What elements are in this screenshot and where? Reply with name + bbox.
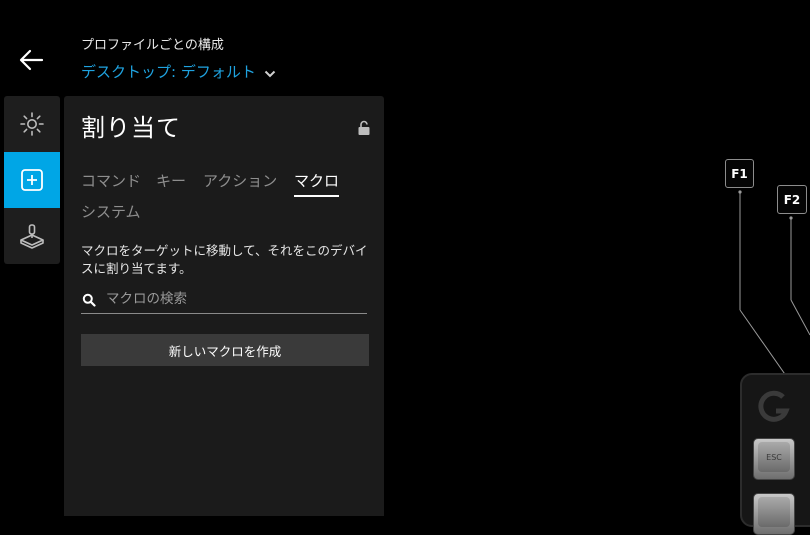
fkey-f2-target[interactable]: F2: [777, 185, 807, 214]
key-g1[interactable]: [753, 493, 795, 535]
logitech-g-logo: [758, 390, 790, 422]
key-esc[interactable]: ESC: [753, 438, 795, 480]
fkey-f1-target[interactable]: F1: [725, 159, 754, 188]
key-esc-label: ESC: [766, 452, 782, 462]
keyboard-image: ESC: [740, 373, 810, 535]
callout-lines: [738, 190, 810, 411]
